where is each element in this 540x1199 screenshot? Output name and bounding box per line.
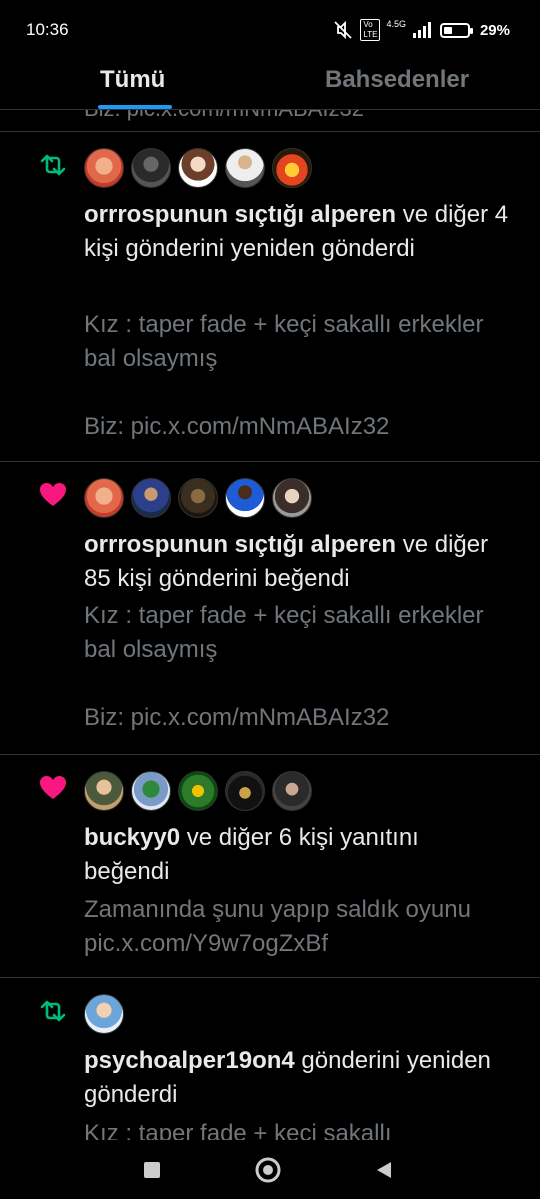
status-bar: 10:36 Vo LTE 4.5G 29% xyxy=(0,0,540,62)
avatar-group xyxy=(84,148,312,188)
notification-headline: psychoalper19on4 gönderini yeniden gönde… xyxy=(84,1044,510,1112)
avatar[interactable] xyxy=(84,148,124,188)
tab-all[interactable]: Tümü xyxy=(100,66,165,94)
notification-tabs: Tümü Bahsedenler xyxy=(0,62,540,110)
heart-icon xyxy=(38,480,68,510)
battery-icon xyxy=(439,22,473,38)
notification-headline: orrrospunun sıçtığı alperen ve diğer 85 … xyxy=(84,528,510,596)
avatar-group xyxy=(84,994,124,1034)
back-triangle-icon[interactable] xyxy=(366,1152,402,1188)
user-name[interactable]: buckyy0 xyxy=(84,824,180,851)
avatar[interactable] xyxy=(225,771,265,811)
retweet-icon xyxy=(38,996,68,1026)
notification-item[interactable]: orrrospunun sıçtığı alperen ve diğer 4 k… xyxy=(0,132,540,462)
avatar-group xyxy=(84,478,312,518)
volte-icon: Vo LTE xyxy=(360,19,381,41)
tab-mentions[interactable]: Bahsedenler xyxy=(325,66,469,94)
avatar[interactable] xyxy=(225,148,265,188)
avatar[interactable] xyxy=(178,478,218,518)
avatar[interactable] xyxy=(84,994,124,1034)
clipped-text: Kız : taper fade + keçi sakallı xyxy=(84,1120,392,1140)
avatar[interactable] xyxy=(84,771,124,811)
avatar[interactable] xyxy=(272,771,312,811)
active-tab-indicator xyxy=(98,105,172,109)
notification-item[interactable]: orrrospunun sıçtığı alperen ve diğer 85 … xyxy=(0,462,540,755)
avatar[interactable] xyxy=(178,148,218,188)
status-icons: Vo LTE 4.5G 29% xyxy=(332,19,510,41)
system-navigation-bar xyxy=(0,1140,540,1199)
previous-notification-clipped[interactable]: Biz: pic.x.com/mNmABAIz32 xyxy=(0,110,540,132)
avatar[interactable] xyxy=(178,771,218,811)
next-preview-clipped: Kız : taper fade + keçi sakallı xyxy=(0,1118,540,1140)
user-name[interactable]: orrrospunun sıçtığı alperen xyxy=(84,531,396,558)
home-circle-icon[interactable] xyxy=(250,1152,286,1188)
post-preview: Kız : taper fade + keçi sakallı erkekler… xyxy=(84,602,484,731)
avatar[interactable] xyxy=(131,478,171,518)
recents-square-icon[interactable] xyxy=(134,1152,170,1188)
avatar[interactable] xyxy=(84,478,124,518)
notification-item[interactable]: psychoalper19on4 gönderini yeniden gönde… xyxy=(0,978,540,1140)
avatar-group xyxy=(84,771,312,811)
notification-headline: buckyy0 ve diğer 6 kişi yanıtını beğendi xyxy=(84,821,510,889)
avatar[interactable] xyxy=(225,478,265,518)
avatar[interactable] xyxy=(272,148,312,188)
avatar[interactable] xyxy=(131,771,171,811)
mute-icon xyxy=(334,20,353,40)
retweet-icon xyxy=(38,150,68,180)
avatar[interactable] xyxy=(131,148,171,188)
status-time: 10:36 xyxy=(26,20,69,39)
post-preview: Zamanında şunu yapıp saldık oyunu pic.x.… xyxy=(84,896,471,957)
post-preview: Kız : taper fade + keçi sakallı erkekler… xyxy=(84,311,484,440)
user-name[interactable]: orrrospunun sıçtığı alperen xyxy=(84,201,396,228)
notification-headline: orrrospunun sıçtığı alperen ve diğer 4 k… xyxy=(84,198,510,266)
notification-item[interactable]: buckyy0 ve diğer 6 kişi yanıtını beğendi… xyxy=(0,755,540,978)
avatar[interactable] xyxy=(272,478,312,518)
signal-icon xyxy=(412,22,431,38)
user-name[interactable]: psychoalper19on4 xyxy=(84,1047,295,1074)
heart-icon xyxy=(38,773,68,803)
battery-percent: 29% xyxy=(479,21,510,39)
clipped-text: Biz: pic.x.com/mNmABAIz32 xyxy=(84,110,364,122)
network-type: 4.5G xyxy=(386,19,406,29)
